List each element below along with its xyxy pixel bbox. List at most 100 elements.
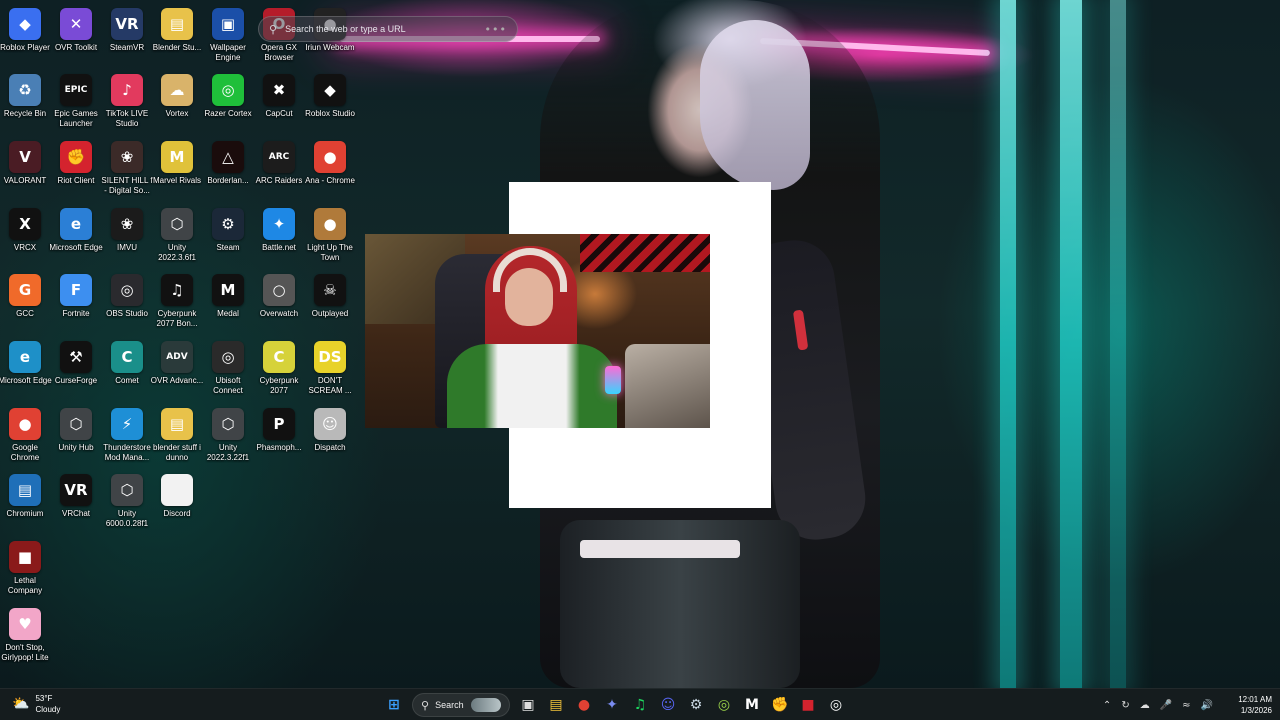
riot-icon[interactable]: ✊: [768, 693, 792, 717]
desktop-icon[interactable]: VR VRChat: [51, 470, 101, 536]
microphone-icon[interactable]: 🎤: [1160, 700, 1172, 711]
steam-icon[interactable]: ⚙: [684, 693, 708, 717]
desktop-icon-label: Lethal Company: [7, 576, 43, 595]
app-icon: ⬡: [161, 208, 193, 240]
app-icon: ●: [314, 141, 346, 173]
medal-icon[interactable]: M: [740, 693, 764, 717]
desktop-icon[interactable]: G GCC: [0, 270, 50, 336]
desktop-icon[interactable]: ✖ CapCut: [254, 70, 304, 136]
desktop-icon[interactable]: ● Light Up The Town: [305, 204, 355, 270]
desktop-icon[interactable]: ♥ Don't Stop, Girlypop! Lite: [0, 604, 50, 670]
desktop-icon[interactable]: ✊ Riot Client: [51, 137, 101, 203]
desktop-icon[interactable]: ✦ Battle.net: [254, 204, 304, 270]
desktop-icon[interactable]: ⚡ Thunderstore Mod Mana...: [102, 404, 152, 470]
task-view-icon[interactable]: ▣: [516, 693, 540, 717]
copilot-icon[interactable]: ✦: [600, 693, 624, 717]
start-icon[interactable]: ⊞: [382, 693, 406, 717]
desktop-icon[interactable]: ♫ Cyberpunk 2077 Bon...: [152, 270, 202, 336]
desktop-icon[interactable]: ⬡ Unity 2022.3.6f1: [152, 204, 202, 270]
desktop-icon[interactable]: ✕ OVR Toolkit: [51, 4, 101, 70]
app-red-icon[interactable]: ■: [796, 693, 820, 717]
desktop-icon[interactable]: ☁ Vortex: [152, 70, 202, 136]
app-icon: ARC: [263, 141, 295, 173]
desktop-icon[interactable]: ◎ OBS Studio: [102, 270, 152, 336]
taskbar-search[interactable]: ⚲ Search: [412, 693, 510, 717]
desktop-icon-label: Unity Hub: [58, 443, 94, 452]
desktop-icon[interactable]: P Phasmoph...: [254, 404, 304, 470]
volume-icon[interactable]: 🔊: [1201, 700, 1213, 711]
app-icon: ▤: [161, 8, 193, 40]
more-options-icon[interactable]: •••: [485, 23, 507, 36]
search-placeholder[interactable]: Search the web or type a URL: [285, 24, 484, 34]
taskbar: ⛅ 53°F Cloudy ⊞ ⚲ Search ▣ ▤ ● ✦ ♫ ☺ ⚙ ◎ M ✊ ■ ◎ ⌃ ↻ ☁…: [0, 688, 1280, 720]
desktop-icon[interactable]: ☺ Dispatch: [305, 404, 355, 470]
desktop-icon[interactable]: ● Ana - Chrome: [305, 137, 355, 203]
desktop-icon[interactable]: ▤ blender stuff i dunno: [152, 404, 202, 470]
desktop-icon[interactable]: X VRCX: [0, 204, 50, 270]
discord-icon[interactable]: ☺: [656, 693, 680, 717]
spotify-icon[interactable]: ♫: [628, 693, 652, 717]
desktop-icon[interactable]: ▣ Wallpaper Engine: [203, 4, 253, 70]
desktop-icon-label: OBS Studio: [106, 309, 148, 318]
desktop-icon[interactable]: M Medal: [203, 270, 253, 336]
desktop-icon[interactable]: Discord: [152, 470, 202, 536]
desktop-icon[interactable]: ⚙ Steam: [203, 204, 253, 270]
app-icon: ⚙: [212, 208, 244, 240]
desktop-icon[interactable]: ○ Overwatch: [254, 270, 304, 336]
wifi-icon[interactable]: ≈: [1182, 700, 1190, 711]
app-icon: P: [263, 408, 295, 440]
desktop-icon[interactable]: ♪ TikTok LIVE Studio: [102, 70, 152, 136]
app-icon: ◎: [212, 74, 244, 106]
desktop-icon[interactable]: e Microsoft Edge: [49, 204, 103, 270]
desktop-icon-label: Don't Stop, Girlypop! Lite: [1, 643, 49, 662]
desktop-icon[interactable]: e Microsoft Edge: [0, 337, 52, 403]
desktop-icon[interactable]: VR SteamVR: [102, 4, 152, 70]
webcam-overlay[interactable]: [365, 234, 710, 428]
desktop-icon[interactable]: ⚒ CurseForge: [51, 337, 101, 403]
desktop-icon[interactable]: ⬡ Unity Hub: [51, 404, 101, 470]
desktop-icon[interactable]: C Cyberpunk 2077: [254, 337, 304, 403]
app-icon: M: [161, 141, 193, 173]
desktop-icon[interactable]: ADV OVR Advanc...: [151, 337, 203, 403]
desktop-icon[interactable]: ♻ Recycle Bin: [0, 70, 50, 136]
desktop-icon[interactable]: ▤ Chromium: [0, 470, 50, 536]
sync-icon[interactable]: ↻: [1121, 700, 1129, 711]
desktop-icon[interactable]: C Comet: [102, 337, 152, 403]
chevron-up-icon[interactable]: ⌃: [1103, 700, 1111, 711]
app-icon: e: [60, 208, 92, 240]
desktop-icon[interactable]: ❀ SILENT HILL f - Digital So...: [101, 137, 153, 203]
clock[interactable]: 12:01 AM 1/3/2026: [1224, 694, 1272, 716]
neon-tube: [1110, 0, 1126, 688]
weather-widget[interactable]: ⛅ 53°F Cloudy: [12, 693, 60, 715]
app-icon: ▤: [9, 474, 41, 506]
desktop-icon[interactable]: ■ Lethal Company: [0, 537, 50, 603]
desktop-icon[interactable]: EPIC Epic Games Launcher: [51, 70, 101, 136]
desktop-icon[interactable]: ◆ Roblox Player: [0, 4, 50, 70]
desktop-icon[interactable]: △ Borderlan...: [203, 137, 253, 203]
desktop-icon[interactable]: F Fortnite: [51, 270, 101, 336]
app-icon: ✦: [263, 208, 295, 240]
desktop-icon[interactable]: ◆ Roblox Studio: [305, 70, 355, 136]
desktop-icon[interactable]: ● Google Chrome: [0, 404, 50, 470]
desktop-icon-label: VRCX: [13, 243, 37, 252]
obs-icon[interactable]: ◎: [824, 693, 848, 717]
desktop-icon-label: blender stuff i dunno: [153, 443, 201, 462]
app-icon: F: [60, 274, 92, 306]
desktop-icon[interactable]: ⬡ Unity 2022.3.22f1: [203, 404, 253, 470]
desktop-icon[interactable]: ☠ Outplayed: [305, 270, 355, 336]
desktop-icon-label: DON'T SCREAM ...: [308, 376, 352, 395]
desktop-icon[interactable]: ◎ Ubisoft Connect: [203, 337, 253, 403]
chrome-icon[interactable]: ●: [572, 693, 596, 717]
xbox-icon[interactable]: ◎: [712, 693, 736, 717]
desktop-icon[interactable]: ⬡ Unity 6000.0.28f1: [102, 470, 152, 536]
desktop-icon[interactable]: M Marvel Rivals: [152, 137, 202, 203]
file-explorer-icon[interactable]: ▤: [544, 693, 568, 717]
floating-search-bar[interactable]: ⚲ Search the web or type a URL •••: [258, 16, 518, 42]
desktop-icon[interactable]: DS DON'T SCREAM ...: [305, 337, 355, 403]
desktop-icon[interactable]: V VALORANT: [0, 137, 50, 203]
desktop-icon[interactable]: ❀ IMVU: [102, 204, 152, 270]
desktop-icon[interactable]: ▤ Blender Stu...: [152, 4, 202, 70]
desktop-icon[interactable]: ◎ Razer Cortex: [203, 70, 253, 136]
cloud-icon[interactable]: ☁: [1140, 700, 1150, 711]
desktop-icon[interactable]: ARC ARC Raiders: [254, 137, 304, 203]
